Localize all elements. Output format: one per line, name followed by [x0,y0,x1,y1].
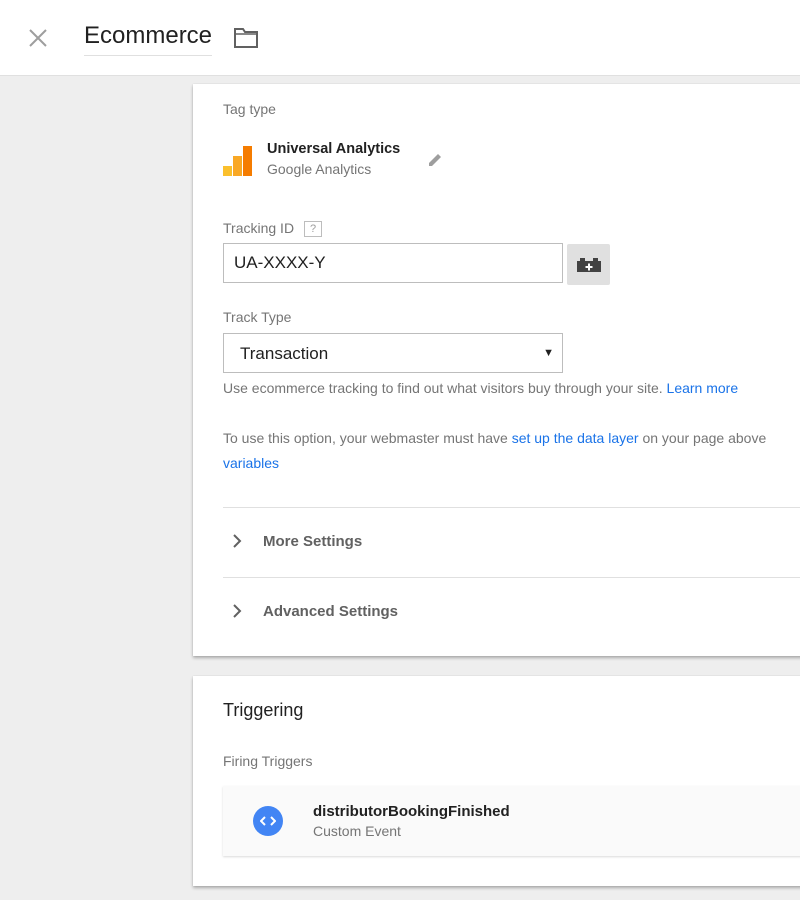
divider [223,577,800,578]
folder-button[interactable] [232,25,260,51]
tag-type-name: Universal Analytics [267,141,401,157]
more-settings-expander[interactable]: More Settings [223,517,800,567]
webmaster-note-suffix: on your page above [642,430,767,446]
tag-type-label: Tag type [223,101,276,117]
close-icon [29,29,47,47]
more-settings-label: More Settings [263,533,363,550]
advanced-settings-label: Advanced Settings [263,603,399,620]
edit-tag-type-button[interactable] [425,150,445,170]
firing-triggers-label: Firing Triggers [223,753,313,769]
track-type-select[interactable]: Transaction ▼ [223,333,563,373]
learn-more-link[interactable]: Learn more [667,380,739,396]
tag-configuration-card: Tag type Universal Analytics Google Anal… [193,84,800,656]
divider [223,507,800,508]
help-icon[interactable]: ? [304,221,322,237]
variables-line: variables [223,453,279,473]
trigger-name: distributorBookingFinished [313,803,510,820]
trigger-row[interactable]: distributorBookingFinished Custom Event [223,786,800,856]
triggering-card: Triggering Firing Triggers distributorBo… [193,676,800,886]
dropdown-arrow-icon: ▼ [543,347,554,359]
top-bar: Ecommerce [0,0,800,76]
triggering-title: Triggering [223,700,304,720]
data-layer-link[interactable]: set up the data layer [512,430,639,446]
tag-type-vendor: Google Analytics [267,161,372,177]
chevron-right-icon [233,604,242,618]
tracking-id-input[interactable] [223,243,563,283]
webmaster-note: To use this option, your webmaster must … [223,428,766,448]
trigger-type: Custom Event [313,823,401,839]
webmaster-note-prefix: To use this option, your webmaster must … [223,430,508,446]
folder-icon [234,28,258,48]
variable-brick-icon [576,257,601,272]
tag-title[interactable]: Ecommerce [84,22,213,56]
tracking-id-label: Tracking ID [223,220,295,236]
advanced-settings-expander[interactable]: Advanced Settings [223,587,800,637]
track-type-value: Transaction [240,344,329,363]
custom-event-icon [253,806,283,836]
ecommerce-help-line: Use ecommerce tracking to find out what … [223,380,663,396]
chevron-right-icon [233,534,242,548]
pencil-icon [429,154,441,166]
track-type-label: Track Type [223,309,292,325]
insert-variable-button[interactable] [567,244,610,285]
google-analytics-icon [223,146,252,176]
variables-link[interactable]: variables [223,455,279,471]
close-button[interactable] [22,22,54,54]
ecommerce-help-text: Use ecommerce tracking to find out what … [223,378,738,398]
